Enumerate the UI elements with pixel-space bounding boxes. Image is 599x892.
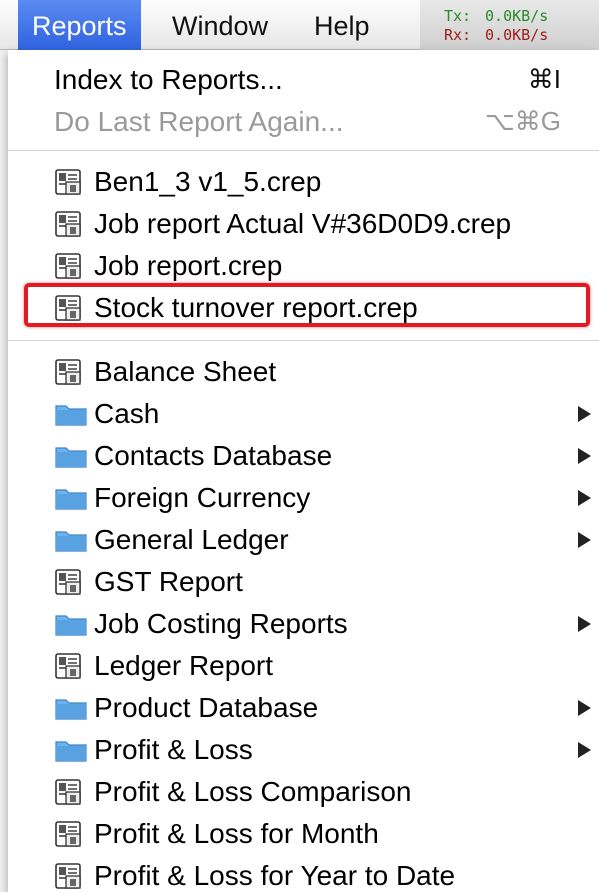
report-document-icon bbox=[54, 820, 88, 848]
menu-item-label: Contacts Database bbox=[94, 440, 333, 471]
submenu-arrow-icon bbox=[578, 448, 591, 464]
network-monitor: Tx: 0.0KB/s Rx: 0.0KB/s bbox=[420, 0, 599, 50]
menu-item-profit-and-loss[interactable]: Profit & Loss bbox=[8, 728, 599, 770]
folder-icon bbox=[54, 484, 88, 512]
menu-item-label: Job report Actual V#36D0D9.crep bbox=[94, 208, 512, 239]
menu-item-balance-sheet[interactable]: Balance Sheet bbox=[8, 350, 599, 392]
report-document-icon bbox=[54, 252, 88, 280]
menu-separator bbox=[8, 150, 599, 151]
menu-item-label: Ledger Report bbox=[94, 650, 274, 681]
reports-dropdown-menu: Index to Reports... ⌘I Do Last Report Ag… bbox=[8, 50, 599, 892]
menu-item-profit-and-loss-for-year-to-date[interactable]: Profit & Loss for Year to Date bbox=[8, 854, 599, 892]
menu-item-ledger-report[interactable]: Ledger Report bbox=[8, 644, 599, 686]
report-document-icon bbox=[54, 168, 88, 196]
menu-item-general-ledger[interactable]: General Ledger bbox=[8, 518, 599, 560]
menu-item-label: Job Costing Reports bbox=[94, 608, 348, 639]
menu-item-label: Cash bbox=[94, 398, 160, 429]
menu-item-cash[interactable]: Cash bbox=[8, 392, 599, 434]
menu-item-profit-and-loss-for-month[interactable]: Profit & Loss for Month bbox=[8, 812, 599, 854]
menu-item-label: Profit & Loss for Year to Date bbox=[94, 860, 456, 891]
menu-item-foreign-currency[interactable]: Foreign Currency bbox=[8, 476, 599, 518]
report-document-icon bbox=[54, 294, 88, 322]
menu-item-product-database[interactable]: Product Database bbox=[8, 686, 599, 728]
menu-item-recent-report[interactable]: Job report.crep bbox=[8, 244, 599, 286]
menu-item-gst-report[interactable]: GST Report bbox=[8, 560, 599, 602]
menu-item-label: Profit & Loss Comparison bbox=[94, 776, 412, 807]
menu-item-label: Ben1_3 v1_5.crep bbox=[94, 166, 322, 197]
menu-item-label: Profit & Loss for Month bbox=[94, 818, 379, 849]
rx-value: 0.0KB/s bbox=[485, 26, 549, 44]
report-document-icon bbox=[54, 568, 88, 596]
submenu-arrow-icon bbox=[578, 700, 591, 716]
menu-reports[interactable]: Reports bbox=[18, 0, 141, 50]
tx-value: 0.0KB/s bbox=[485, 7, 549, 25]
folder-icon bbox=[54, 694, 88, 722]
shortcut-label: ⌘I bbox=[527, 64, 561, 94]
menu-separator bbox=[8, 340, 599, 341]
menu-item-stock-turnover-report[interactable]: Stock turnover report.crep bbox=[8, 286, 599, 328]
menu-item-label: Foreign Currency bbox=[94, 482, 311, 513]
menu-item-job-costing-reports[interactable]: Job Costing Reports bbox=[8, 602, 599, 644]
menu-item-label: Index to Reports... bbox=[54, 64, 283, 95]
report-document-icon bbox=[54, 862, 88, 890]
menu-item-label: Job report.crep bbox=[94, 250, 283, 281]
menu-item-do-last-report-again: Do Last Report Again... ⌥⌘G bbox=[8, 100, 599, 142]
menu-item-label: Balance Sheet bbox=[94, 356, 277, 387]
folder-icon bbox=[54, 610, 88, 638]
menu-item-label: Stock turnover report.crep bbox=[94, 292, 418, 323]
menu-bar: Reports Window Help Tx: 0.0KB/s Rx: 0.0K… bbox=[0, 0, 599, 50]
folder-icon bbox=[54, 400, 88, 428]
menu-item-contacts-database[interactable]: Contacts Database bbox=[8, 434, 599, 476]
menu-item-index-to-reports[interactable]: Index to Reports... ⌘I bbox=[8, 58, 599, 100]
report-document-icon bbox=[54, 210, 88, 238]
folder-icon bbox=[54, 442, 88, 470]
menu-item-label: GST Report bbox=[94, 566, 243, 597]
menu-help[interactable]: Help bbox=[300, 0, 384, 50]
submenu-arrow-icon bbox=[578, 742, 591, 758]
submenu-arrow-icon bbox=[578, 490, 591, 506]
menu-item-label: General Ledger bbox=[94, 524, 289, 555]
report-document-icon bbox=[54, 358, 88, 386]
submenu-arrow-icon bbox=[578, 532, 591, 548]
submenu-arrow-icon bbox=[578, 406, 591, 422]
menu-item-recent-report[interactable]: Ben1_3 v1_5.crep bbox=[8, 160, 599, 202]
shortcut-label: ⌥⌘G bbox=[484, 106, 561, 136]
menu-item-label: Product Database bbox=[94, 692, 319, 723]
submenu-arrow-icon bbox=[578, 616, 591, 632]
menu-window[interactable]: Window bbox=[158, 0, 282, 50]
menu-item-label: Do Last Report Again... bbox=[54, 106, 344, 137]
folder-icon bbox=[54, 736, 88, 764]
menu-item-label: Profit & Loss bbox=[94, 734, 253, 765]
rx-label: Rx: bbox=[444, 26, 472, 44]
report-document-icon bbox=[54, 652, 88, 680]
folder-icon bbox=[54, 526, 88, 554]
report-document-icon bbox=[54, 778, 88, 806]
tx-label: Tx: bbox=[444, 7, 472, 25]
menu-item-profit-and-loss-comparison[interactable]: Profit & Loss Comparison bbox=[8, 770, 599, 812]
menu-item-recent-report[interactable]: Job report Actual V#36D0D9.crep bbox=[8, 202, 599, 244]
